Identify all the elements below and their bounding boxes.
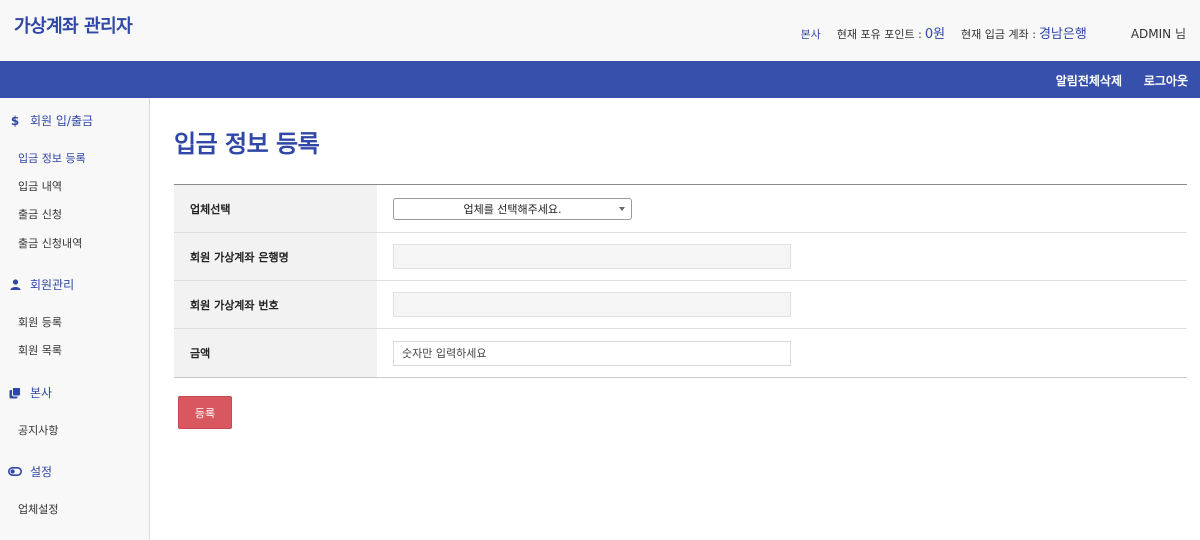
brand-title[interactable]: 가상계좌 관리자	[14, 12, 133, 38]
user-icon	[8, 279, 22, 290]
sidebar-section-label: 본사	[30, 386, 53, 400]
sidebar-section-deposit-withdraw[interactable]: $ 회원 입/출금	[8, 112, 93, 129]
amount-input[interactable]	[393, 340, 791, 366]
sidebar-item-withdraw-history[interactable]: 출금 신청내역	[18, 235, 82, 251]
nav-bar: 알림전체삭제 로그아웃	[0, 61, 1200, 98]
form-row-company: 업체선택 업체를 선택해주세요.	[174, 185, 1187, 233]
dollar-icon: $	[10, 113, 20, 128]
account-number-field	[393, 292, 791, 317]
sidebar-item-withdraw-request[interactable]: 출금 신청	[18, 206, 62, 222]
sidebar-section-label: 회원 입/출금	[30, 114, 94, 128]
amount-cell	[377, 329, 1187, 377]
sidebar-item-company-settings[interactable]: 업체설정	[18, 501, 58, 517]
sidebar-item-deposit-register[interactable]: 입금 정보 등록	[18, 150, 86, 166]
sidebar-item-member-list[interactable]: 회원 목록	[18, 342, 62, 358]
copy-icon	[8, 386, 22, 399]
register-button[interactable]: 등록	[178, 396, 232, 429]
account-number-label: 회원 가상계좌 번호	[174, 281, 377, 328]
sidebar-item-deposit-history[interactable]: 입금 내역	[18, 178, 62, 194]
bank-name-label: 회원 가상계좌 은행명	[174, 233, 377, 280]
sidebar-section-headquarters[interactable]: 본사	[8, 384, 52, 401]
admin-user[interactable]: ADMIN 님	[1131, 25, 1186, 42]
amount-label: 금액	[174, 329, 377, 377]
form-row-amount: 금액	[174, 329, 1187, 378]
form-row-bank: 회원 가상계좌 은행명	[174, 233, 1187, 281]
sidebar: $ 회원 입/출금 입금 정보 등록 입금 내역 출금 신청 출금 신청내역 회…	[0, 98, 150, 540]
header-info: 본사 현재 포유 포인트 : 0원 현재 입금 계좌 : 경남은행 ADMIN …	[801, 23, 1186, 42]
form-row-account: 회원 가상계좌 번호	[174, 281, 1187, 329]
sidebar-section-settings[interactable]: 설정	[8, 463, 52, 480]
deposit-form: 업체선택 업체를 선택해주세요. 회원 가상계좌 은행명 회원 가상계좌 번호 …	[174, 184, 1187, 378]
sidebar-section-label: 설정	[30, 465, 53, 479]
caret-down-icon	[619, 206, 625, 211]
company-cell: 업체를 선택해주세요.	[377, 185, 1187, 232]
account-label: 현재 입금 계좌 :	[961, 28, 1036, 41]
account-number-cell	[377, 281, 1187, 328]
toggle-icon	[8, 467, 22, 476]
bank-name-cell	[377, 233, 1187, 280]
sidebar-item-member-register[interactable]: 회원 등록	[18, 314, 62, 330]
sidebar-item-notices[interactable]: 공지사항	[18, 422, 58, 438]
top-header: 가상계좌 관리자 본사 현재 포유 포인트 : 0원 현재 입금 계좌 : 경남…	[0, 0, 1200, 61]
account-value: 경남은행	[1038, 27, 1087, 42]
logout-link[interactable]: 로그아웃	[1144, 72, 1188, 89]
bank-name-field	[393, 244, 791, 269]
delete-all-alerts-link[interactable]: 알림전체삭제	[1056, 72, 1122, 89]
points-value: 0원	[924, 27, 946, 42]
points-label: 현재 포유 포인트 :	[836, 28, 922, 41]
company-select[interactable]: 업체를 선택해주세요.	[393, 197, 632, 220]
sidebar-section-members[interactable]: 회원관리	[8, 276, 74, 293]
branch-label: 본사	[800, 28, 821, 41]
company-select-value: 업체를 선택해주세요.	[463, 202, 562, 216]
page-title: 입금 정보 등록	[174, 130, 320, 158]
sidebar-section-label: 회원관리	[30, 278, 75, 292]
company-label: 업체선택	[174, 185, 377, 232]
